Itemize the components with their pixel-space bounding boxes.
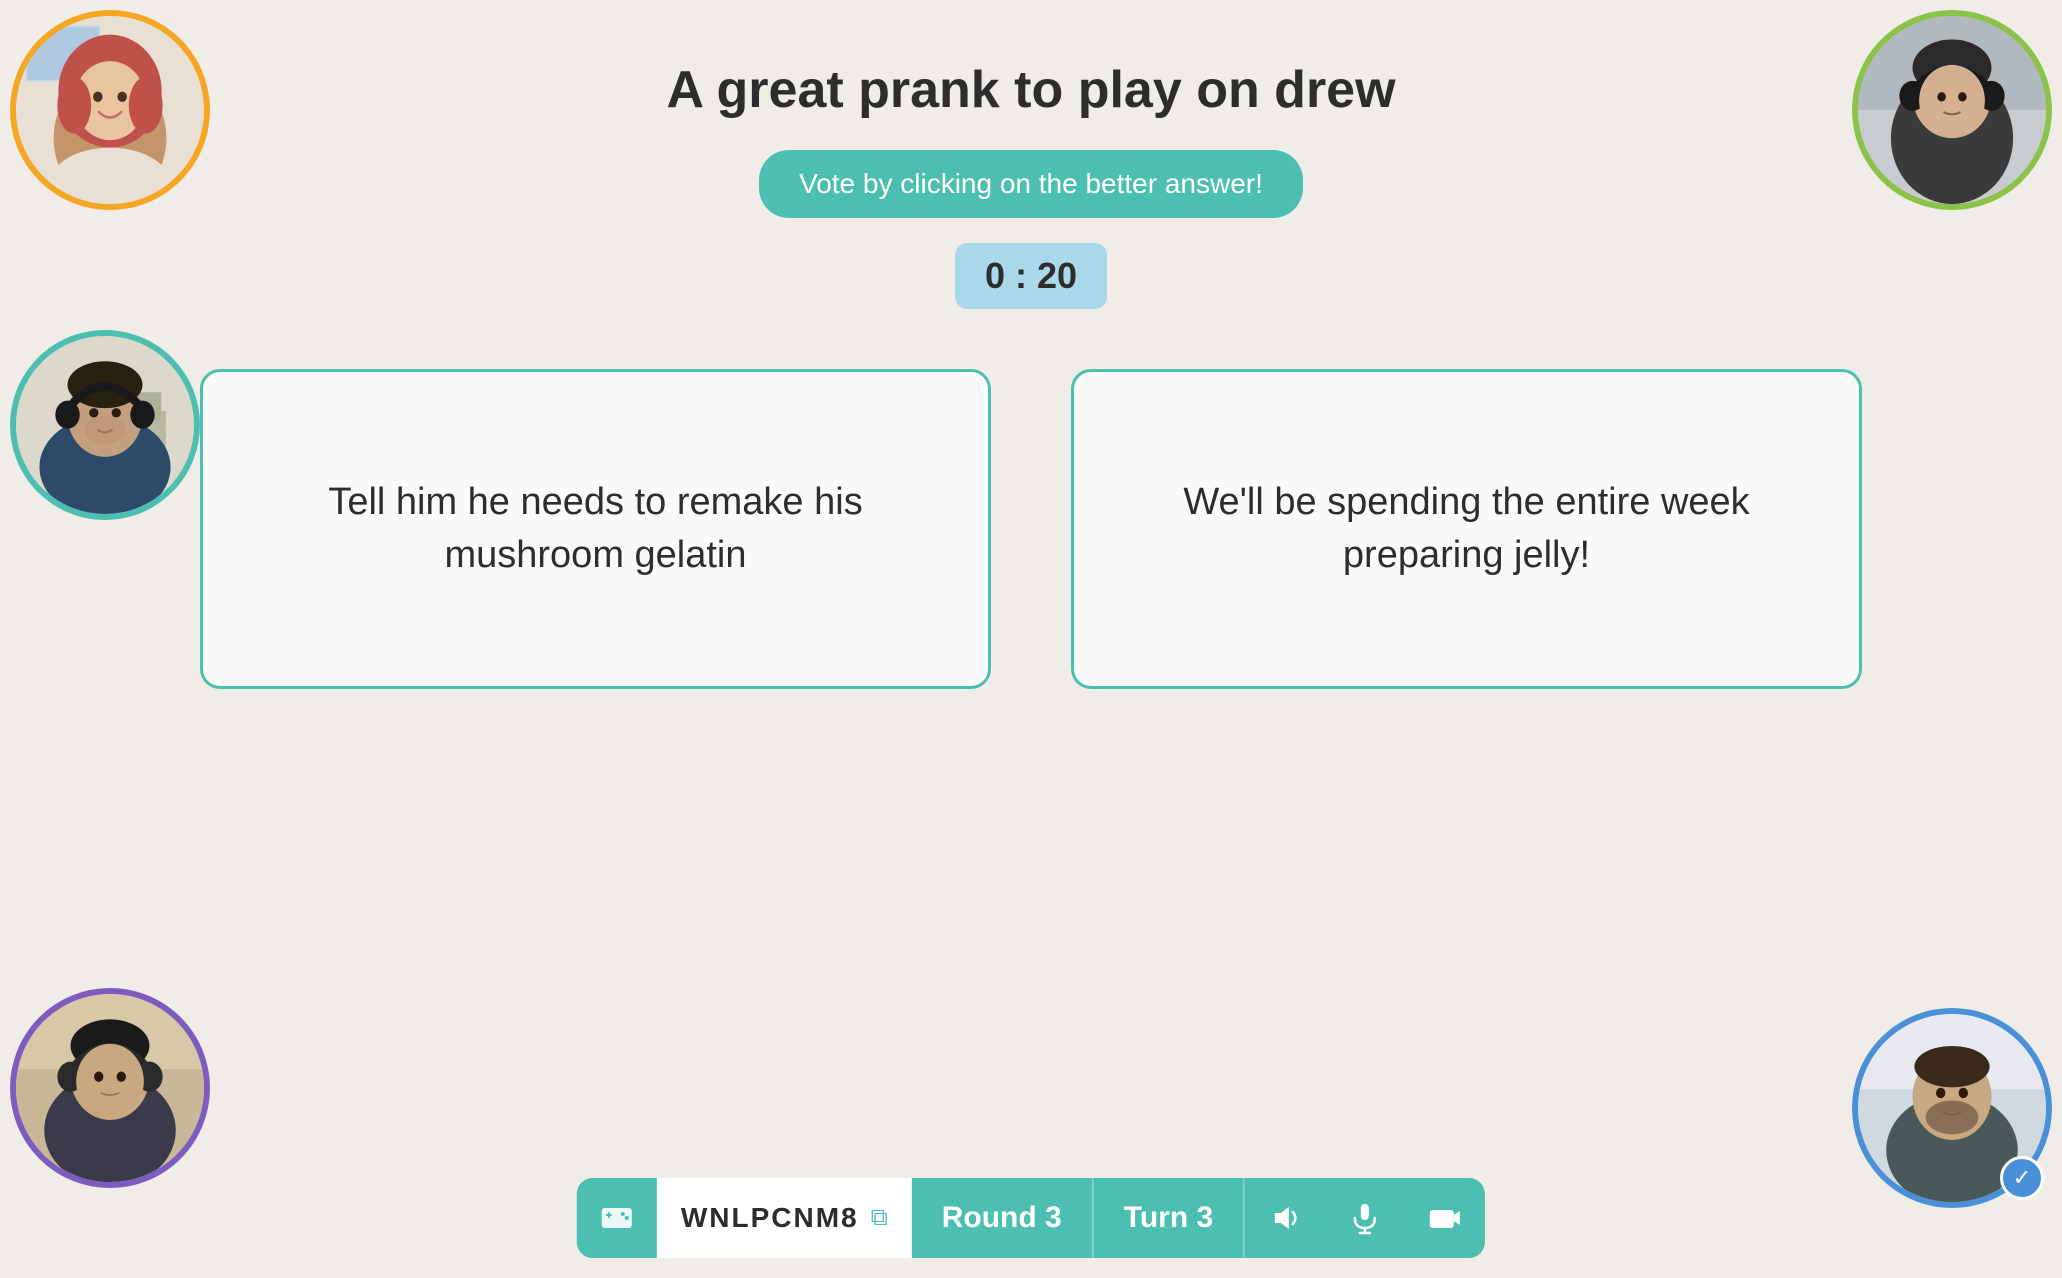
toolbar-round: Round 3 (912, 1178, 1094, 1258)
answer-text-1: Tell him he needs to remake his mushroom… (253, 476, 938, 582)
camera-button[interactable] (1405, 1178, 1485, 1258)
avatar-bottom-right: ✓ (1852, 1008, 2052, 1208)
avatar-mid-left-image (16, 336, 194, 514)
vote-button[interactable]: Vote by clicking on the better answer! (759, 150, 1303, 218)
answers-row: Tell him he needs to remake his mushroom… (0, 369, 2062, 689)
timer-text: 0 : 20 (985, 255, 1077, 296)
game-icon (599, 1200, 635, 1236)
answer-card-2[interactable]: We'll be spending the entire week prepar… (1071, 369, 1862, 689)
game-icon-button[interactable] (577, 1178, 657, 1258)
volume-icon (1267, 1200, 1303, 1236)
check-badge: ✓ (2000, 1156, 2044, 1200)
avatar-top-right (1852, 10, 2052, 210)
avatar-mid-left (10, 330, 200, 520)
answer-card-1[interactable]: Tell him he needs to remake his mushroom… (200, 369, 991, 689)
answer-text-2: We'll be spending the entire week prepar… (1124, 476, 1809, 582)
avatar-top-left (10, 10, 210, 210)
toolbar-code-area: WNLPCNM8 ⧉ (657, 1178, 912, 1258)
avatar-bottom-left (10, 988, 210, 1188)
game-code-text: WNLPCNM8 (681, 1202, 859, 1234)
question-title: A great prank to play on drew (666, 60, 1395, 120)
camera-icon (1427, 1200, 1463, 1236)
main-content: A great prank to play on drew Vote by cl… (0, 0, 2062, 689)
toolbar-turn: Turn 3 (1094, 1178, 1245, 1258)
timer-display: 0 : 20 (955, 243, 1107, 309)
mic-icon (1347, 1200, 1383, 1236)
volume-button[interactable] (1245, 1178, 1325, 1258)
avatar-bottom-left-image (16, 994, 204, 1182)
avatar-top-left-image (16, 16, 204, 204)
mic-button[interactable] (1325, 1178, 1405, 1258)
avatar-top-right-image (1858, 16, 2046, 204)
toolbar: WNLPCNM8 ⧉ Round 3 Turn 3 (577, 1178, 1485, 1258)
round-label: Round 3 (942, 1201, 1062, 1235)
turn-label: Turn 3 (1124, 1201, 1213, 1235)
copy-icon[interactable]: ⧉ (871, 1204, 888, 1232)
